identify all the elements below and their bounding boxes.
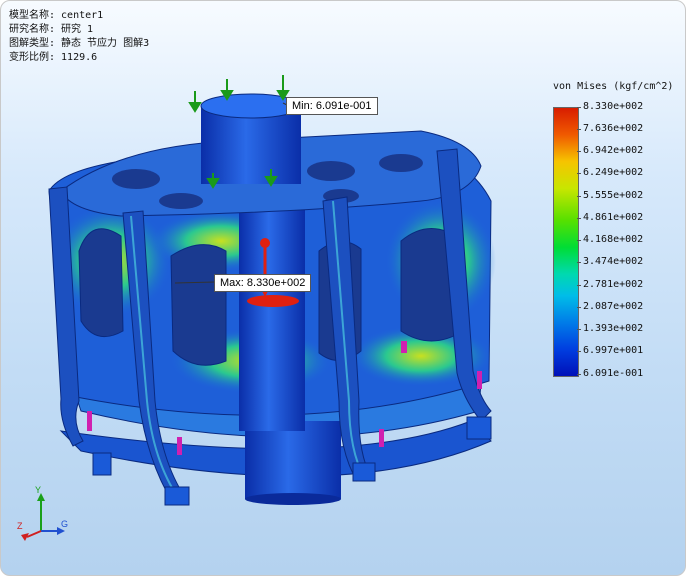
legend-tick: 3.474e+002 bbox=[583, 256, 644, 267]
max-callout: Max: 8.330e+002 bbox=[214, 274, 312, 292]
legend-tick: 4.168e+002 bbox=[583, 234, 644, 245]
legend-tick: 7.636e+002 bbox=[583, 123, 644, 134]
legend-tick: 2.781e+002 bbox=[583, 279, 644, 290]
legend-tick: 6.997e+001 bbox=[583, 345, 644, 356]
min-callout: Min: 6.091e-001 bbox=[286, 97, 378, 115]
window-center-left bbox=[170, 244, 227, 366]
legend-title: von Mises (kgf/cm^2) bbox=[553, 81, 674, 92]
triad-x-label: G bbox=[61, 519, 68, 529]
legend-tick: 4.861e+002 bbox=[583, 212, 644, 223]
top-hole bbox=[112, 169, 160, 189]
shaft-core bbox=[239, 201, 305, 431]
shaft-bottom bbox=[245, 421, 341, 499]
legend-tick: 2.087e+002 bbox=[583, 301, 644, 312]
top-hole bbox=[159, 193, 203, 209]
legend-tick: 5.555e+002 bbox=[583, 190, 644, 201]
orientation-triad-icon[interactable]: Y Z G bbox=[11, 485, 71, 545]
top-hole bbox=[379, 154, 423, 172]
legend-tick: 6.091e-001 bbox=[583, 368, 644, 379]
stress-colorbar bbox=[553, 107, 579, 377]
window-left bbox=[78, 228, 124, 338]
top-hole bbox=[307, 161, 355, 181]
legend-tick: 6.249e+002 bbox=[583, 167, 644, 178]
simulation-viewport[interactable]: 模型名称: center1 研究名称: 研究 1 图解类型: 静态 节应力 图解… bbox=[0, 0, 686, 576]
triad-y-label: Y bbox=[35, 485, 41, 495]
legend-tick: 8.330e+002 bbox=[583, 101, 644, 112]
legend-tick: 1.393e+002 bbox=[583, 323, 644, 334]
triad-z-label: Z bbox=[17, 521, 23, 531]
legend-tick: 6.942e+002 bbox=[583, 145, 644, 156]
